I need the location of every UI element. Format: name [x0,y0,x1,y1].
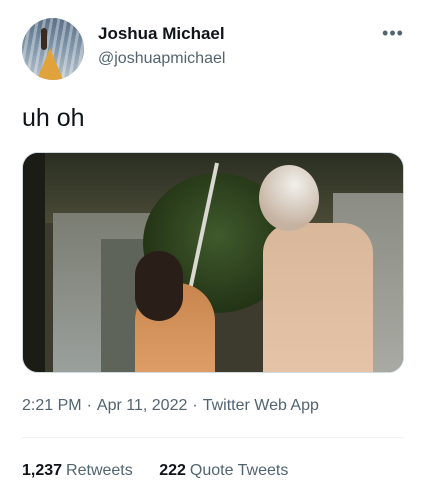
quote-tweets-stat[interactable]: 222 Quote Tweets [159,462,288,480]
media-person-right [263,223,373,372]
quote-tweets-label: Quote Tweets [189,462,289,479]
retweets-count: 1,237 [22,462,63,479]
retweets-label: Retweets [66,462,133,479]
tweet-text: uh oh [22,104,85,132]
retweets-stat[interactable]: 1,237 Retweets [22,462,133,480]
meta-separator: · [86,397,92,414]
more-horizontal-icon[interactable]: ••• [382,22,404,44]
tweet-time[interactable]: 2:21 PM [22,397,82,414]
avatar-tower [36,48,64,80]
author-handle[interactable]: @joshuapmichael [98,50,225,68]
avatar[interactable] [22,18,84,80]
tweet-stats: 1,237 Retweets 222 Quote Tweets [22,462,310,480]
divider [22,437,404,438]
media-person-left-hair [135,251,183,321]
quote-tweets-count: 222 [159,462,186,479]
tweet-source[interactable]: Twitter Web App [203,397,319,414]
avatar-figure [41,28,47,50]
tweet-date[interactable]: Apr 11, 2022 [97,397,187,414]
author-name[interactable]: Joshua Michael [98,24,225,44]
media-person-right-head [259,165,319,231]
media-edge-shade [23,153,45,372]
tweet-meta: 2:21 PM · Apr 11, 2022 · Twitter Web App [22,397,319,415]
tweet-media[interactable] [22,152,404,373]
meta-separator: · [192,397,198,414]
tweet: Joshua Michael @joshuapmichael ••• uh oh… [0,0,426,500]
